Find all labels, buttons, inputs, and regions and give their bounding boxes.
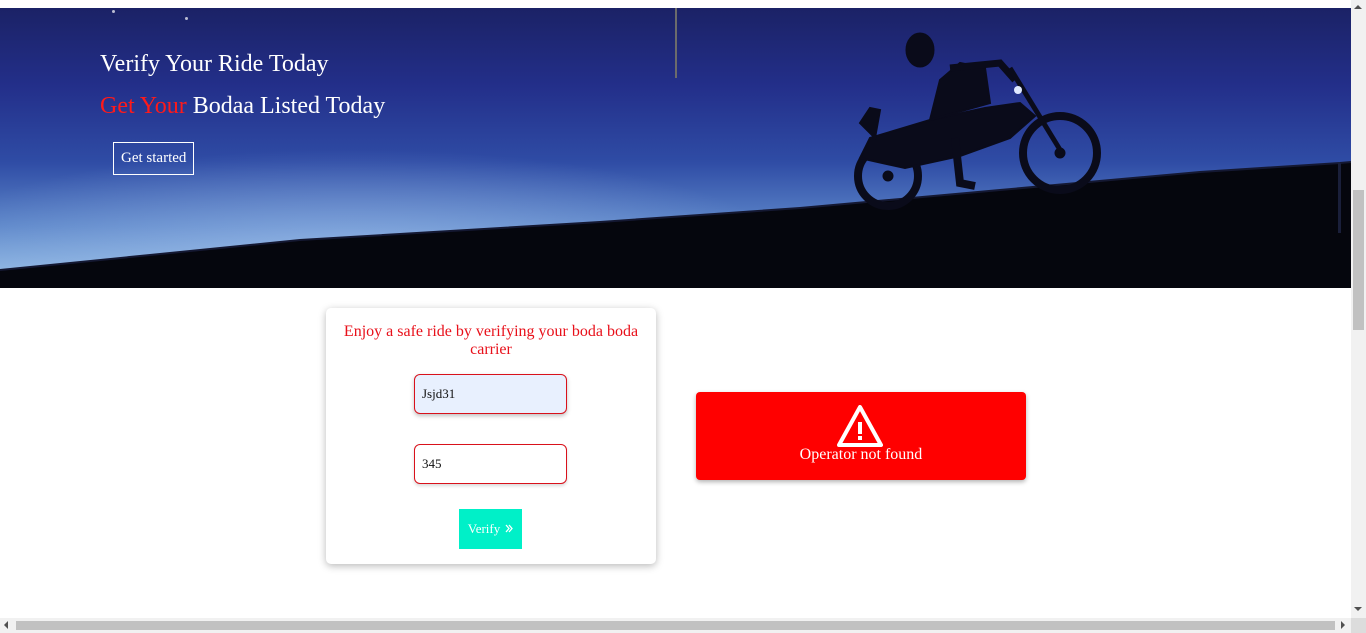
scroll-right-icon[interactable] bbox=[1341, 621, 1345, 629]
verify-card-heading: Enjoy a safe ride by verifying your boda… bbox=[343, 323, 639, 358]
verify-card: Enjoy a safe ride by verifying your boda… bbox=[326, 308, 656, 564]
warning-icon bbox=[837, 405, 883, 447]
hero-title: Verify Your Ride Today bbox=[100, 51, 329, 77]
verification-field-2[interactable] bbox=[414, 444, 567, 484]
operator-not-found-alert: Operator not found bbox=[696, 392, 1026, 480]
hero-divider-line bbox=[675, 8, 677, 78]
scrollbar-corner bbox=[1351, 618, 1366, 633]
hero-subtitle-accent: Get Your bbox=[100, 93, 187, 119]
hero-subtitle-rest: Bodaa Listed Today bbox=[192, 93, 386, 119]
verify-button[interactable]: Verify bbox=[459, 509, 522, 549]
horizontal-scrollbar-thumb[interactable] bbox=[16, 621, 1335, 630]
get-started-button[interactable]: Get started bbox=[113, 142, 195, 175]
hero-subtitle: Get Your Bodaa Listed Today bbox=[100, 93, 385, 120]
double-chevron-right-icon bbox=[505, 523, 514, 535]
vertical-scrollbar[interactable] bbox=[1351, 0, 1366, 618]
verify-button-label: Verify bbox=[467, 521, 501, 536]
page: Verify Your Ride Today Get Your Bodaa Li… bbox=[0, 0, 1366, 633]
scroll-left-icon[interactable] bbox=[4, 621, 8, 629]
hero-banner: Verify Your Ride Today Get Your Bodaa Li… bbox=[0, 8, 1351, 288]
scroll-down-icon[interactable] bbox=[1354, 607, 1362, 611]
horizontal-scrollbar[interactable] bbox=[0, 618, 1351, 633]
vertical-scrollbar-thumb[interactable] bbox=[1353, 190, 1364, 330]
verification-field-1[interactable] bbox=[414, 374, 567, 414]
scroll-up-icon[interactable] bbox=[1354, 5, 1362, 9]
alert-message: Operator not found bbox=[799, 446, 923, 463]
